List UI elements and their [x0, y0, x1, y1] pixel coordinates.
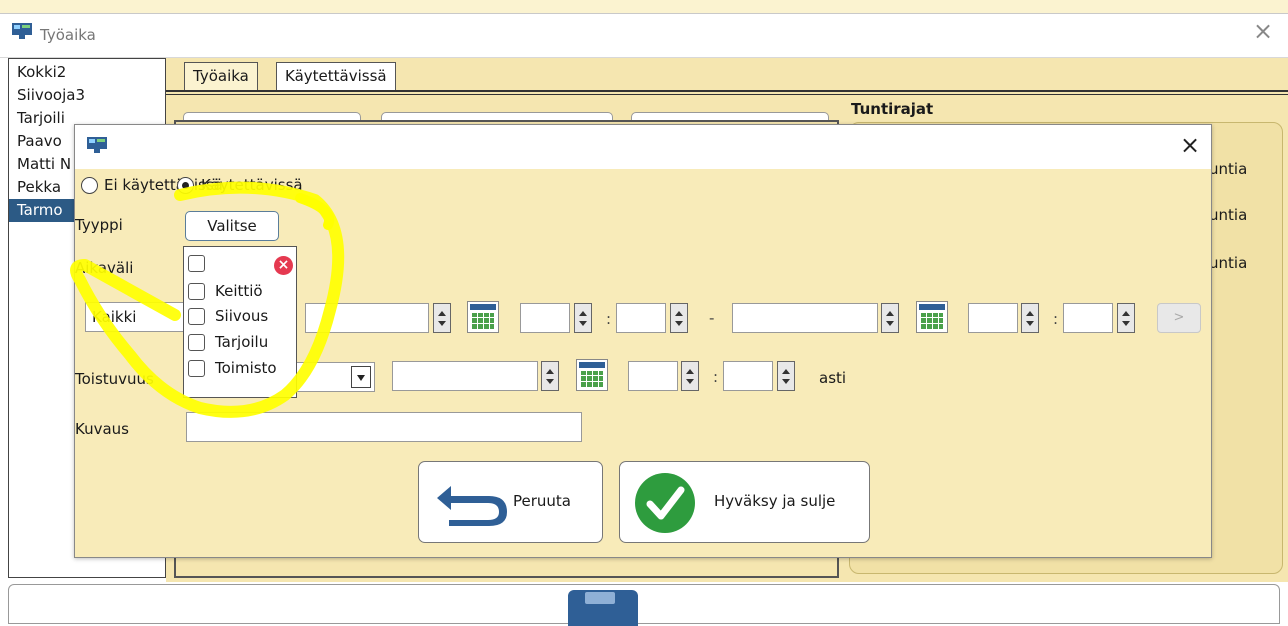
cancel-button[interactable]: Peruuta [418, 461, 603, 543]
range-select[interactable]: Kaikki [85, 302, 195, 332]
background-window-strip [0, 0, 1288, 14]
tab-divider [166, 94, 1288, 95]
toistuvuus-label: Toistuvuus [75, 370, 154, 388]
main-window-title: Työaika [40, 26, 96, 44]
valitse-button[interactable]: Valitse [185, 211, 279, 241]
tuntirajat-row-label: untia [1209, 206, 1248, 224]
start-hour-field[interactable] [520, 303, 570, 333]
radio-kaytettavissa[interactable] [177, 177, 194, 194]
kuvaus-field[interactable] [186, 412, 582, 442]
type-option-label: Tarjoilu [215, 333, 269, 351]
radio-label: Käytettävissä [201, 176, 303, 194]
time-separator: : [606, 310, 612, 328]
type-option-label: Siivous [215, 307, 269, 325]
type-option-siivous[interactable]: Siivous [188, 305, 294, 329]
start-hour-spinner[interactable] [574, 303, 592, 333]
end-minute-field[interactable] [1063, 303, 1113, 333]
employee-item[interactable]: Siivooja3 [9, 84, 165, 107]
end-hour-field[interactable] [968, 303, 1018, 333]
until-date-field[interactable] [392, 361, 538, 391]
until-date-spinner[interactable] [541, 361, 559, 391]
type-option-tarjoilu[interactable]: Tarjoilu [188, 331, 294, 355]
calendar-icon[interactable] [916, 301, 948, 333]
checkmark-icon [635, 473, 695, 533]
tab-kaytettavissa[interactable]: Käytettävissä [276, 62, 396, 90]
tab-tyoaika[interactable]: Työaika [184, 62, 258, 90]
calendar-icon[interactable] [467, 301, 499, 333]
dialog-close-button[interactable]: × [1175, 131, 1205, 161]
end-date-spinner[interactable] [881, 303, 899, 333]
tab-divider [166, 90, 1288, 92]
end-minute-spinner[interactable] [1117, 303, 1135, 333]
type-option-label: Keittiö [215, 282, 263, 300]
until-hour-field[interactable] [628, 361, 678, 391]
save-icon-slot [585, 592, 615, 604]
type-option-label: Toimisto [215, 359, 277, 377]
app-monitor-icon [12, 23, 32, 39]
start-date-field[interactable] [305, 303, 429, 333]
tuntirajat-title: Tuntirajat [851, 100, 934, 118]
asti-label: asti [819, 369, 847, 387]
checkbox[interactable] [188, 283, 205, 300]
time-separator: : [713, 368, 719, 386]
type-checklist-popup: × Keittiö Siivous Tarjoilu Toimisto [183, 246, 297, 398]
aikavali-label: Aikaväli [75, 259, 134, 277]
dialog-titlebar: × [75, 125, 1211, 169]
type-option-keittio[interactable]: Keittiö [188, 280, 294, 304]
start-minute-field[interactable] [616, 303, 666, 333]
start-date-spinner[interactable] [433, 303, 451, 333]
calendar-icon[interactable] [576, 359, 608, 391]
main-close-button[interactable]: × [1249, 18, 1277, 46]
until-minute-field[interactable] [723, 361, 773, 391]
cancel-label: Peruuta [513, 492, 571, 510]
bottom-toolbar [8, 584, 1280, 624]
availability-dialog: × Ei käytettävissä Käytettävissä Tyyppi … [74, 124, 1212, 558]
app-monitor-icon [87, 137, 107, 153]
checkbox[interactable] [188, 255, 205, 272]
type-option-empty[interactable]: × [188, 252, 294, 276]
checkbox[interactable] [188, 360, 205, 377]
chevron-down-icon[interactable] [351, 366, 371, 388]
kuvaus-label: Kuvaus [75, 420, 129, 438]
employee-item[interactable]: Kokki2 [9, 61, 165, 84]
main-titlebar: Työaika × [0, 14, 1288, 58]
tyyppi-label: Tyyppi [75, 216, 123, 234]
range-dash: - [709, 309, 715, 327]
radio-ei-kaytettavissa[interactable] [81, 177, 98, 194]
checkbox[interactable] [188, 308, 205, 325]
end-date-field[interactable] [732, 303, 878, 333]
checkbox[interactable] [188, 334, 205, 351]
clear-selection-icon[interactable]: × [274, 256, 293, 275]
tuntirajat-row-label: untia [1209, 160, 1248, 178]
end-hour-spinner[interactable] [1021, 303, 1039, 333]
type-option-toimisto[interactable]: Toimisto [188, 357, 294, 381]
tuntirajat-row-label: untia [1209, 254, 1248, 272]
accept-label: Hyväksy ja sulje [714, 492, 836, 510]
time-separator: : [1053, 310, 1059, 328]
until-hour-spinner[interactable] [681, 361, 699, 391]
undo-arrow-icon [437, 486, 507, 526]
accept-button[interactable]: Hyväksy ja sulje [619, 461, 870, 543]
until-minute-spinner[interactable] [777, 361, 795, 391]
start-minute-spinner[interactable] [670, 303, 688, 333]
next-range-button[interactable]: > [1157, 303, 1201, 333]
